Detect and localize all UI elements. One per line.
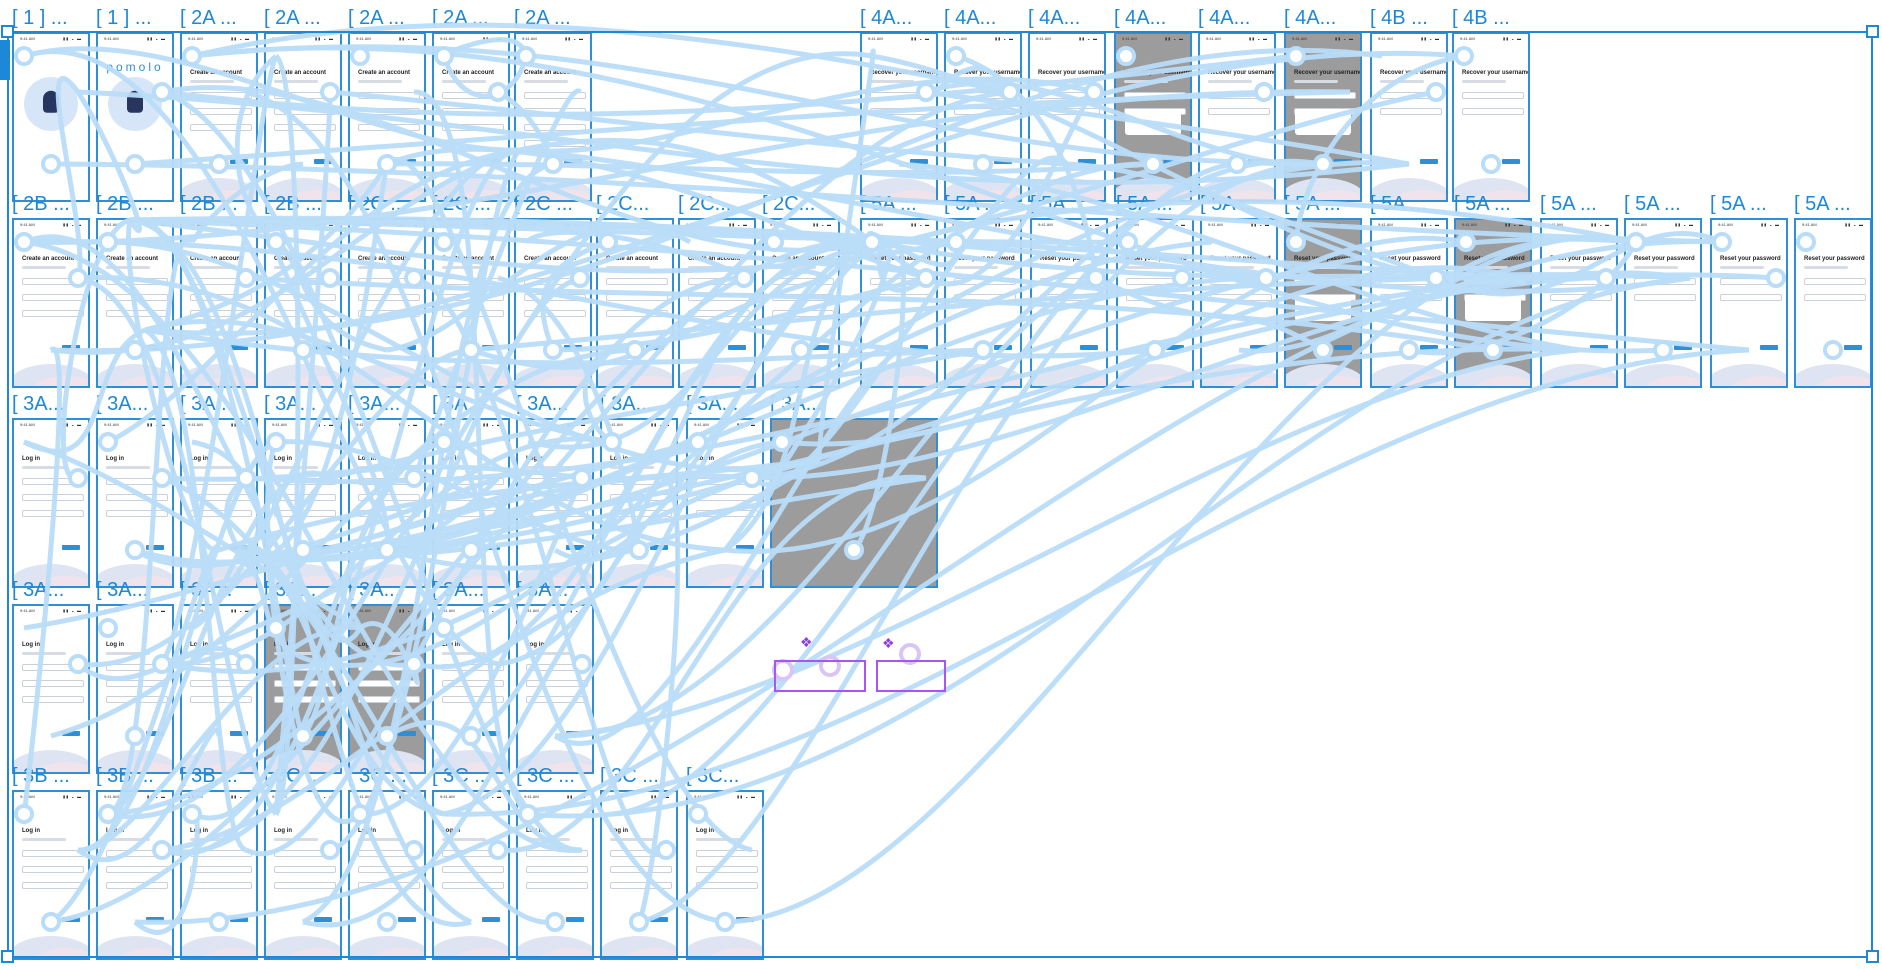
frame-label[interactable]: [ 4A...	[1198, 8, 1250, 28]
selection-handle-top-right[interactable]	[1866, 25, 1879, 38]
prototype-canvas[interactable]: [ 1 ] ... 9:41 AM ▮▮ ◒ ▬[ 1 ] ... 9:41 AM ▮▮…	[0, 0, 1882, 970]
selection-handle-bottom-right[interactable]	[1866, 950, 1879, 963]
frame-label[interactable]: [ 4A...	[860, 8, 912, 28]
frame-label[interactable]: [ 4B ...	[1452, 8, 1510, 28]
selection-handle-top-left[interactable]	[1, 25, 14, 38]
frame-label[interactable]: [ 1 ] ...	[12, 8, 68, 28]
selection-handle-bottom-left[interactable]	[1, 950, 14, 963]
frame-label[interactable]: [ 2A ...	[432, 8, 489, 28]
frame-label[interactable]: [ 4A...	[944, 8, 996, 28]
frame-label[interactable]: [ 4A...	[1114, 8, 1166, 28]
frame-label[interactable]: [ 4A...	[1284, 8, 1336, 28]
frame-label[interactable]: [ 2A ...	[180, 8, 237, 28]
frame-label[interactable]: [ 4B ...	[1370, 8, 1428, 28]
frame-label[interactable]: [ 4A...	[1028, 8, 1080, 28]
frame-label[interactable]: [ 2A ...	[348, 8, 405, 28]
frame-label[interactable]: [ 1 ] ...	[96, 8, 152, 28]
selection-outline[interactable]	[7, 31, 1873, 958]
frame-label[interactable]: [ 2A ...	[264, 8, 321, 28]
frame-label[interactable]: [ 2A ...	[514, 8, 571, 28]
